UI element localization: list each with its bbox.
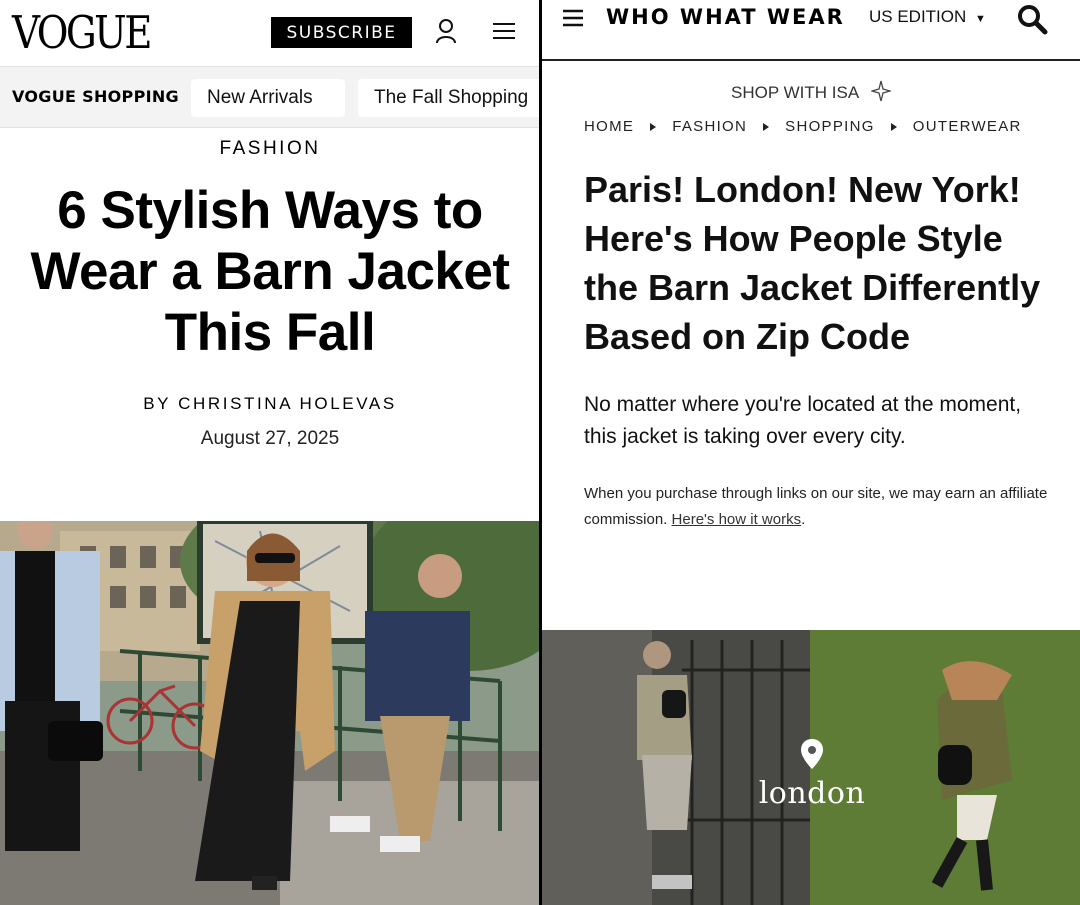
article-title: 6 Stylish Ways to Wear a Barn Jacket Thi… xyxy=(30,181,510,362)
location-label: london xyxy=(758,776,866,811)
vogue-panel: VOGUE SUBSCRIBE VOGUE SHOPPING New Arriv… xyxy=(0,0,540,905)
caret-down-icon: ▼ xyxy=(975,13,986,25)
vogue-shopping-bar: VOGUE SHOPPING New Arrivals The Fall Sho… xyxy=(0,66,540,128)
breadcrumb-outerwear[interactable]: OUTERWEAR xyxy=(913,118,1022,135)
article-date: August 27, 2025 xyxy=(200,428,340,449)
vogue-logo[interactable]: VOGUE xyxy=(12,6,152,59)
street-style-photo xyxy=(0,521,540,905)
location-pin-icon xyxy=(800,738,824,770)
article-byline[interactable]: BY CHRISTINA HOLEVAS xyxy=(0,394,540,414)
article-kicker[interactable]: FASHION xyxy=(0,138,540,160)
shopping-chip-new-arrivals[interactable]: New Arrivals xyxy=(191,79,345,117)
affiliate-disclaimer-text: When you purchase through links on our s… xyxy=(584,485,1048,528)
breadcrumb-shopping[interactable]: SHOPPING xyxy=(785,118,875,135)
breadcrumb-arrow-icon xyxy=(763,122,770,131)
vogue-shopping-label[interactable]: VOGUE SHOPPING xyxy=(12,87,179,106)
breadcrumb-arrow-icon xyxy=(650,122,657,131)
account-icon[interactable] xyxy=(432,16,460,46)
shop-with-isa-label: SHOP WITH ISA xyxy=(731,82,859,102)
whowhatwear-logo[interactable]: WHO WHAT WEAR xyxy=(606,5,845,29)
breadcrumb-home[interactable]: HOME xyxy=(584,118,634,135)
article-title: Paris! London! New York! Here's How Peop… xyxy=(584,169,1041,357)
disclaimer-period: . xyxy=(801,511,806,528)
hamburger-menu-icon[interactable] xyxy=(562,8,584,28)
article-dek: No matter where you're located at the mo… xyxy=(584,393,1022,448)
affiliate-disclaimer: When you purchase through links on our s… xyxy=(584,481,1054,533)
sparkle-icon xyxy=(869,80,893,107)
breadcrumb-arrow-icon xyxy=(890,122,897,131)
shopping-chip-fall-shopping[interactable]: The Fall Shopping xyxy=(358,79,540,117)
breadcrumb: HOME FASHION SHOPPING OUTERWEAR xyxy=(584,118,1022,135)
shop-with-isa-link[interactable]: SHOP WITH ISA xyxy=(542,80,1080,107)
affiliate-how-it-works-link[interactable]: Here's how it works xyxy=(672,511,802,528)
hamburger-menu-icon[interactable] xyxy=(491,18,517,44)
whowhatwear-header: WHO WHAT WEAR US EDITION ▼ xyxy=(542,0,1080,61)
edition-label: US EDITION xyxy=(869,7,967,26)
subscribe-button[interactable]: SUBSCRIBE xyxy=(271,17,412,48)
breadcrumb-fashion[interactable]: FASHION xyxy=(672,118,747,135)
search-icon[interactable] xyxy=(1016,3,1048,35)
edition-selector[interactable]: US EDITION ▼ xyxy=(869,7,986,27)
vogue-header: VOGUE SUBSCRIBE xyxy=(0,0,540,66)
whowhatwear-panel: WHO WHAT WEAR US EDITION ▼ SHOP WITH ISA… xyxy=(542,0,1080,905)
